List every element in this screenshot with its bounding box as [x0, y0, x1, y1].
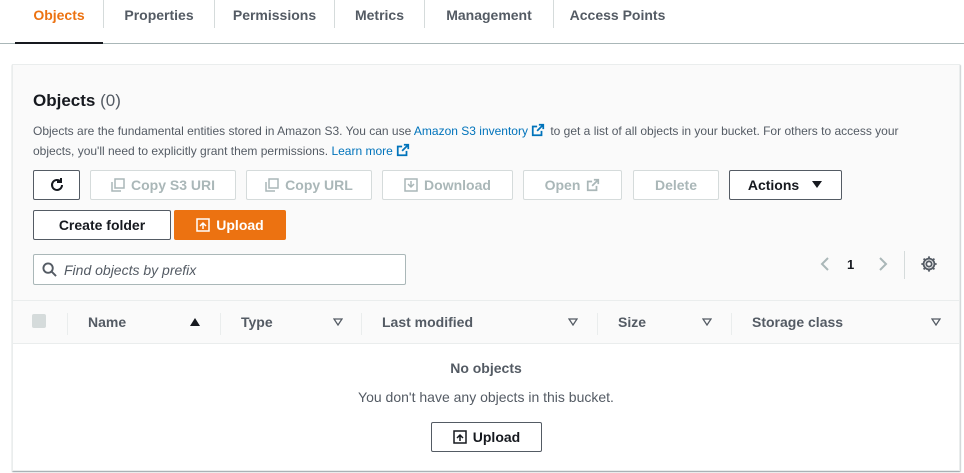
sort-icon[interactable]	[702, 318, 712, 326]
actions-dropdown-button[interactable]: Actions	[729, 170, 842, 200]
copy-icon	[265, 178, 279, 192]
copy-url-label: Copy URL	[285, 177, 353, 193]
table-body: No objects You don't have any objects in…	[13, 344, 959, 470]
copy-url-button[interactable]: Copy URL	[246, 170, 372, 200]
download-button[interactable]: Download	[382, 170, 513, 200]
column-divider	[220, 313, 221, 335]
column-header-size[interactable]: Size	[618, 314, 646, 330]
tab-properties[interactable]: Properties	[104, 0, 214, 43]
refresh-button[interactable]	[33, 170, 80, 200]
table-header: Name Type Last modified Size Storage cla…	[13, 300, 959, 344]
title-text: Objects	[33, 91, 96, 110]
refresh-icon	[50, 178, 63, 191]
tab-permissions[interactable]: Permissions	[215, 0, 334, 43]
column-header-last-modified[interactable]: Last modified	[382, 314, 473, 330]
gear-icon[interactable]	[920, 255, 938, 273]
learn-more-link[interactable]: Learn more	[331, 144, 392, 158]
description-text: Objects are the fundamental entities sto…	[33, 124, 412, 138]
empty-upload-button[interactable]: Upload	[431, 422, 542, 452]
upload-label: Upload	[216, 217, 264, 233]
sort-icon[interactable]	[568, 318, 578, 326]
upload-icon	[196, 218, 211, 232]
copy-s3-uri-button[interactable]: Copy S3 URI	[90, 170, 236, 200]
column-header-type[interactable]: Type	[241, 314, 273, 330]
external-link-icon	[396, 143, 409, 157]
tab-access-points[interactable]: Access Points	[554, 0, 681, 43]
search-input[interactable]	[64, 255, 394, 284]
upload-icon	[453, 430, 467, 444]
create-folder-label: Create folder	[58, 217, 146, 233]
copy-s3-uri-label: Copy S3 URI	[130, 177, 215, 193]
column-divider	[731, 313, 732, 335]
sort-icon[interactable]	[333, 318, 343, 326]
external-link-icon	[587, 178, 600, 192]
sort-ascending-icon[interactable]	[190, 318, 200, 326]
chevron-left-icon[interactable]	[817, 256, 833, 272]
objects-description: Objects are the fundamental entities sto…	[33, 121, 933, 161]
search-icon	[42, 262, 57, 277]
column-divider	[67, 313, 68, 335]
caret-down-icon	[812, 181, 823, 188]
search-box	[33, 254, 406, 285]
copy-icon	[111, 178, 125, 192]
objects-panel: Objects (0) Objects are the fundamental …	[12, 64, 960, 471]
upload-button[interactable]: Upload	[174, 210, 286, 240]
download-label: Download	[424, 177, 491, 193]
open-label: Open	[544, 177, 581, 193]
delete-label: Delete	[654, 177, 698, 193]
chevron-right-icon[interactable]	[875, 256, 891, 272]
object-count: (0)	[100, 91, 121, 110]
tab-management[interactable]: Management	[425, 0, 553, 43]
open-button[interactable]: Open	[523, 170, 622, 200]
tab-objects[interactable]: Objects	[15, 0, 103, 44]
download-icon	[404, 178, 418, 192]
external-link-icon	[531, 123, 545, 137]
column-header-storage-class[interactable]: Storage class	[752, 314, 843, 330]
page-title: Objects (0)	[33, 91, 121, 111]
page-number[interactable]: 1	[847, 257, 854, 272]
tab-bar: Objects Properties Permissions Metrics M…	[0, 0, 964, 44]
sort-icon[interactable]	[931, 318, 941, 326]
pager-divider	[904, 251, 905, 279]
empty-state-title: No objects	[450, 360, 522, 376]
tab-metrics[interactable]: Metrics	[335, 0, 424, 43]
column-divider	[597, 313, 598, 335]
actions-label: Actions	[747, 177, 800, 193]
column-divider	[361, 313, 362, 335]
column-header-name[interactable]: Name	[88, 314, 126, 330]
empty-state-description: You don't have any objects in this bucke…	[358, 389, 614, 405]
s3-inventory-link[interactable]: Amazon S3 inventory	[414, 124, 528, 138]
empty-upload-label: Upload	[472, 429, 521, 445]
create-folder-button[interactable]: Create folder	[33, 210, 171, 240]
select-all-checkbox[interactable]	[32, 314, 46, 328]
delete-button[interactable]: Delete	[633, 170, 719, 200]
